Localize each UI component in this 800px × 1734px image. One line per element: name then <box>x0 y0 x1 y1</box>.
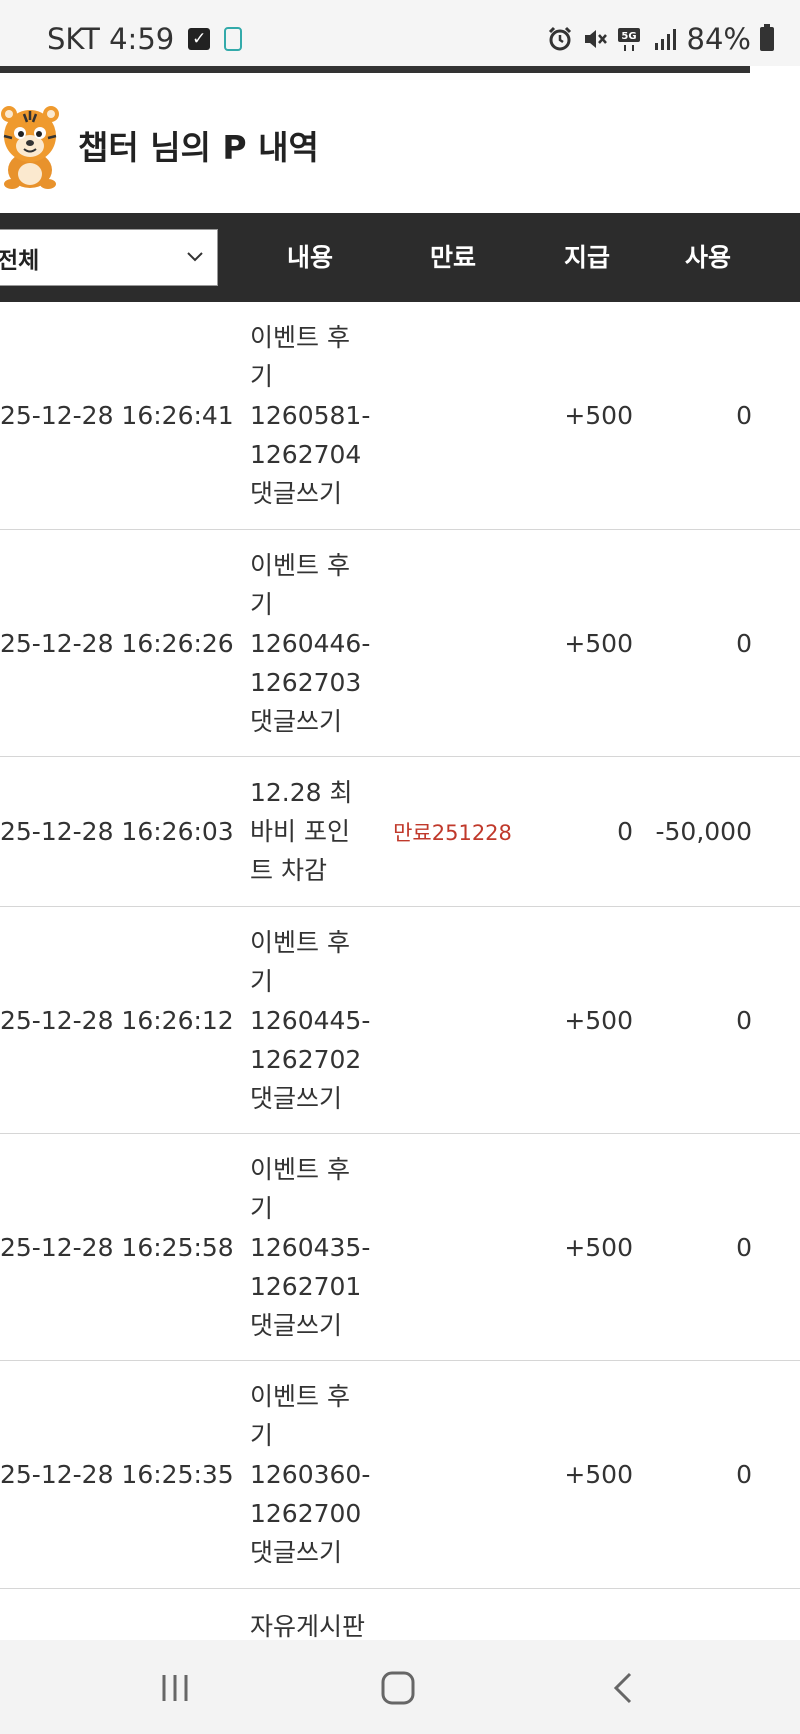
row-description-cell: 이벤트 후 기 1260446- 1262703 댓글쓰기 <box>250 530 375 756</box>
row-description[interactable]: 이벤트 후 기 1260445- 1262702 댓글쓰기 <box>250 923 370 1118</box>
filter-selected-value: 전체 <box>0 247 40 274</box>
column-header-give[interactable]: 지급 <box>527 213 647 302</box>
5g-icon: 5G <box>617 28 640 51</box>
row-use: 0 <box>736 1005 752 1035</box>
row-give: +500 <box>564 628 633 658</box>
row-expire <box>380 302 525 529</box>
alarm-icon <box>548 26 571 51</box>
row-description[interactable]: 12.28 최 바비 포인 트 차감 <box>250 773 353 890</box>
row-use: 0 <box>736 1460 752 1489</box>
row-give: +500 <box>564 1460 633 1489</box>
row-expire <box>380 907 525 1133</box>
status-bar-left: SKT 4:59 ✓ <box>47 22 243 56</box>
row-use: 0 <box>736 1232 752 1262</box>
column-header-expire[interactable]: 만료 <box>393 213 513 302</box>
column-header-use[interactable]: 사용 <box>648 213 768 302</box>
row-give: 0 <box>617 817 633 846</box>
row-date: 25-12-28 16:26:12 <box>0 1005 234 1035</box>
home-button[interactable] <box>368 1660 428 1716</box>
back-button[interactable] <box>593 1660 653 1716</box>
table-row: 25-12-28 16:26:26 이벤트 후 기 1260446- 12627… <box>0 530 800 757</box>
row-use: -50,000 <box>655 817 753 846</box>
row-give: +500 <box>564 401 633 430</box>
row-date: 25-12-28 16:25:58 <box>0 1232 234 1262</box>
table-row: 25-12-28 16:26:12 이벤트 후 기 1260445- 12627… <box>0 907 800 1134</box>
checkbox-icon: ✓ <box>188 28 211 50</box>
row-date: 25-12-28 16:26:26 <box>0 628 234 658</box>
page-title: 챕터 님의 P 내역 <box>78 128 319 167</box>
recent-apps-icon <box>162 1675 188 1701</box>
row-date: 25-12-28 16:25:35 <box>0 1460 234 1489</box>
status-bar-right: 5G 84% <box>547 22 774 56</box>
row-description-cell: 이벤트 후 기 1260445- 1262702 댓글쓰기 <box>250 907 375 1133</box>
battery-percent: 84% <box>686 22 751 56</box>
top-divider <box>0 66 750 73</box>
row-description[interactable]: 이벤트 후 기 1260446- 1262703 댓글쓰기 <box>250 546 370 741</box>
row-description[interactable]: 이벤트 후 기 1260581- 1262704 댓글쓰기 <box>250 318 370 513</box>
row-date: 25-12-28 16:26:03 <box>0 817 234 846</box>
row-description[interactable]: 이벤트 후 기 1260360- 1262700 댓글쓰기 <box>250 1377 370 1572</box>
table-header: 전체 내용 만료 지급 사용 <box>0 213 800 302</box>
row-description-cell: 12.28 최 바비 포인 트 차감 <box>250 757 375 906</box>
chevron-down-icon <box>187 252 203 262</box>
recent-apps-button[interactable] <box>145 1660 205 1716</box>
row-date: 25-12-28 16:26:41 <box>0 401 234 430</box>
page-header: 챕터 님의 P 내역 <box>0 95 319 195</box>
app-icon <box>224 27 243 51</box>
row-description-cell: 이벤트 후 기 1260435- 1262701 댓글쓰기 <box>250 1134 375 1360</box>
row-description[interactable]: 이벤트 후 기 1260435- 1262701 댓글쓰기 <box>250 1150 370 1345</box>
row-use: 0 <box>736 628 752 658</box>
battery-icon <box>760 24 774 51</box>
carrier-time: SKT 4:59 <box>47 22 175 56</box>
row-expire <box>380 1134 525 1360</box>
row-expire <box>380 530 525 756</box>
filter-select[interactable]: 전체 <box>0 229 218 286</box>
navigation-bar <box>0 1640 800 1734</box>
table-row: 25-12-28 16:26:41 이벤트 후 기 1260581- 12627… <box>0 302 800 530</box>
svg-text:5G: 5G <box>621 31 636 42</box>
row-description-cell: 이벤트 후 기 1260360- 1262700 댓글쓰기 <box>250 1361 375 1588</box>
table-row: 25-12-28 16:25:35 이벤트 후 기 1260360- 12627… <box>0 1361 800 1589</box>
row-expire: 만료251228 <box>393 820 512 845</box>
row-use: 0 <box>736 401 752 430</box>
status-bar: SKT 4:59 ✓ 5G 84% <box>0 0 800 66</box>
row-give: +500 <box>564 1005 633 1035</box>
tiger-avatar-icon <box>1 106 59 189</box>
points-table-body: 25-12-28 16:26:41 이벤트 후 기 1260581- 12627… <box>0 302 800 1709</box>
table-row: 25-12-28 16:25:58 이벤트 후 기 1260435- 12627… <box>0 1134 800 1361</box>
mute-icon <box>584 30 607 48</box>
table-row: 25-12-28 16:26:03 12.28 최 바비 포인 트 차감 만료2… <box>0 757 800 907</box>
signal-icon <box>654 29 676 50</box>
home-icon <box>381 1671 415 1705</box>
back-icon <box>613 1672 632 1704</box>
row-description-cell: 이벤트 후 기 1260581- 1262704 댓글쓰기 <box>250 302 375 529</box>
column-header-content[interactable]: 내용 <box>250 213 370 302</box>
row-give: +500 <box>564 1232 633 1262</box>
row-expire <box>380 1361 525 1588</box>
